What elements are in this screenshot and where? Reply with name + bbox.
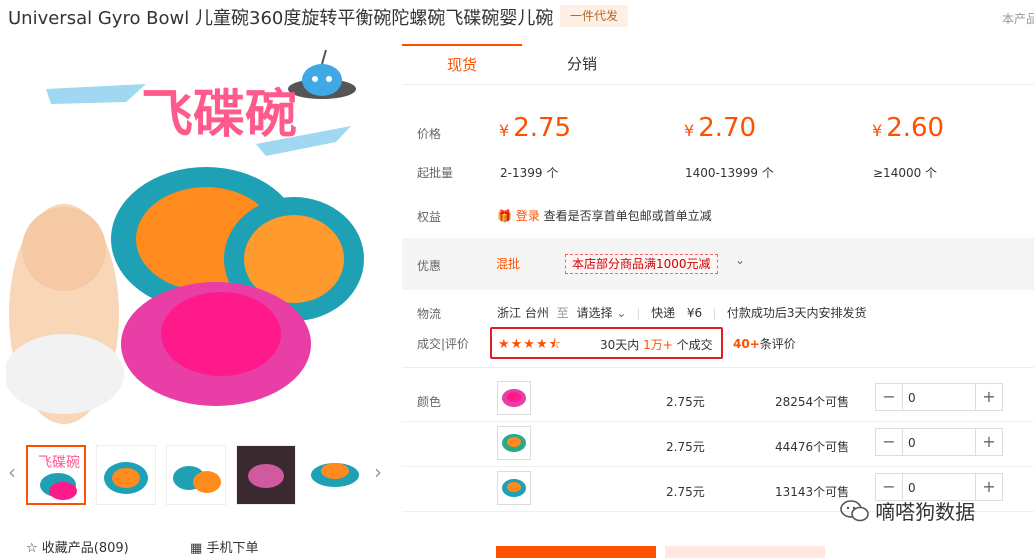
add-to-cart-button[interactable] [665,546,825,558]
color-option-row: 2.75元 44476个可售 − + [402,422,1034,467]
svg-text:飞碟碗: 飞碟碗 [38,455,80,471]
shipping-note: 付款成功后3天内安排发货 [726,306,867,320]
watermark: 嘀嗒狗数据 [840,496,975,525]
mobile-order-link[interactable]: ▦ 手机下单 [190,537,258,556]
benefits-row: 🎁 登录 查看是否享首单包邮或首单立减 [497,207,712,224]
thumbnail-1[interactable]: 飞碟碗 [26,445,86,505]
buy-now-button[interactable] [496,546,656,558]
chevron-down-icon[interactable]: ⌄ [616,306,626,320]
product-title: Universal Gyro Bowl 儿童碗360度旋转平衡碗陀螺碗飞碟碗婴儿… [8,8,554,29]
watermark-text: 嘀嗒狗数据 [875,500,976,524]
benefits-label: 权益 [417,210,442,224]
quantity-input[interactable] [906,432,970,454]
stats-label: 成交|评价 [417,337,470,351]
qty-tier-2: 1400-13999 个 [685,166,774,180]
shipping-destination[interactable]: 请选择 [577,306,613,320]
thumbnail-3[interactable] [166,445,226,505]
row-price: 2.75元 [666,395,705,409]
chevron-down-icon[interactable]: ⌄ [735,253,745,267]
thumb-2-image [104,462,148,494]
shipping-label: 物流 [417,307,442,321]
thumb-4-image [237,446,295,504]
shipping-row: 浙江 台州 至 请选择 ⌄ 快递 ¥6 付款成功后3天内安排发货 [497,304,866,321]
gift-icon: 🎁 [497,209,512,223]
corner-text: 本产品 [1002,12,1034,26]
promo-coupon[interactable]: 本店部分商品满1000元减 [565,254,718,274]
price-label: 价格 [417,127,442,141]
favorite-label: 收藏产品(809) [41,541,129,556]
decrement-button[interactable]: − [876,384,903,410]
promo-tag: 混批 [496,257,521,271]
color-swatch-green[interactable] [497,426,531,460]
tab-distribution[interactable]: 分销 [522,44,642,84]
favorite-product-link[interactable]: ☆ 收藏产品(809) [26,537,129,556]
quantity-input[interactable] [906,387,970,409]
color-option-row: 2.75元 28254个可售 − + [402,377,1034,422]
divider [714,307,716,320]
thumb-3-image [173,466,221,493]
decrement-button[interactable]: − [876,429,903,455]
section-divider [402,367,1034,368]
increment-button[interactable]: + [975,429,1002,455]
price-tier-3: ¥2.60 [872,113,945,143]
price-tier-2: ¥2.70 [684,113,757,143]
stats-highlight-box: ★★★★⯪ 30天内 1万+ 个成交 [490,327,723,359]
mobile-order-label: 手机下单 [206,541,259,556]
row-stock: 13143个可售 [775,485,850,499]
benefits-text: 查看是否享首单包邮或首单立减 [543,209,712,223]
qty-tier-3: ≥14000 个 [873,166,938,180]
thumb-prev-arrow[interactable]: ‹ [8,460,16,484]
reviews-link[interactable]: 40+条评价 [733,335,796,352]
thumb-next-arrow[interactable]: › [374,460,382,484]
sales-count: 1万+ [643,338,673,352]
thumbnail-5[interactable] [306,445,366,505]
row-price: 2.75元 [666,440,705,454]
login-link[interactable]: 登录 [516,209,540,223]
quantity-stepper: − + [875,428,1003,456]
increment-button[interactable]: + [975,474,1002,500]
thumbnail-2[interactable] [96,445,156,505]
banner-title: 飞碟碗 [141,85,297,145]
product-illustration: 飞碟碗 [6,44,386,424]
moq-label: 起批量 [417,166,454,180]
row-stock: 28254个可售 [775,395,850,409]
thumb-1-image: 飞碟碗 [38,455,80,500]
quantity-stepper: − + [875,383,1003,411]
review-suffix: 条评价 [759,337,796,351]
tab-in-stock[interactable]: 现货 [402,44,522,84]
sales-stats: 30天内 1万+ 个成交 [600,338,713,352]
dropship-badge[interactable]: 一件代发 [560,5,628,27]
shipping-method: 快递 [651,306,676,320]
shipping-to: 至 [556,306,569,320]
star-outline-icon: ☆ [26,541,38,556]
shipping-origin: 浙江 台州 [497,306,549,320]
increment-button[interactable]: + [975,384,1002,410]
review-count: 40+ [733,337,760,351]
promo-label: 优惠 [417,259,442,273]
promo-band: 优惠 混批 本店部分商品满1000元减 ⌄ [402,238,1034,290]
row-stock: 44476个可售 [775,440,850,454]
purchase-mode-tabs: 现货 分销 [402,44,1034,85]
thumbnail-4[interactable] [236,445,296,505]
rating-stars: ★★★★⯪ [498,337,562,352]
main-product-image[interactable]: 飞碟碗 [6,44,386,424]
color-swatch-blue[interactable] [497,471,531,505]
thumb-5-image [311,463,359,487]
row-price: 2.75元 [666,485,705,499]
qty-tier-1: 2-1399 个 [500,166,559,180]
price-tier-1: ¥2.75 [499,113,572,143]
divider [638,307,640,320]
wechat-icon [840,499,869,521]
qr-code-icon: ▦ [190,541,203,556]
color-swatch-pink[interactable] [497,381,531,415]
shipping-fee: ¥6 [686,306,703,320]
